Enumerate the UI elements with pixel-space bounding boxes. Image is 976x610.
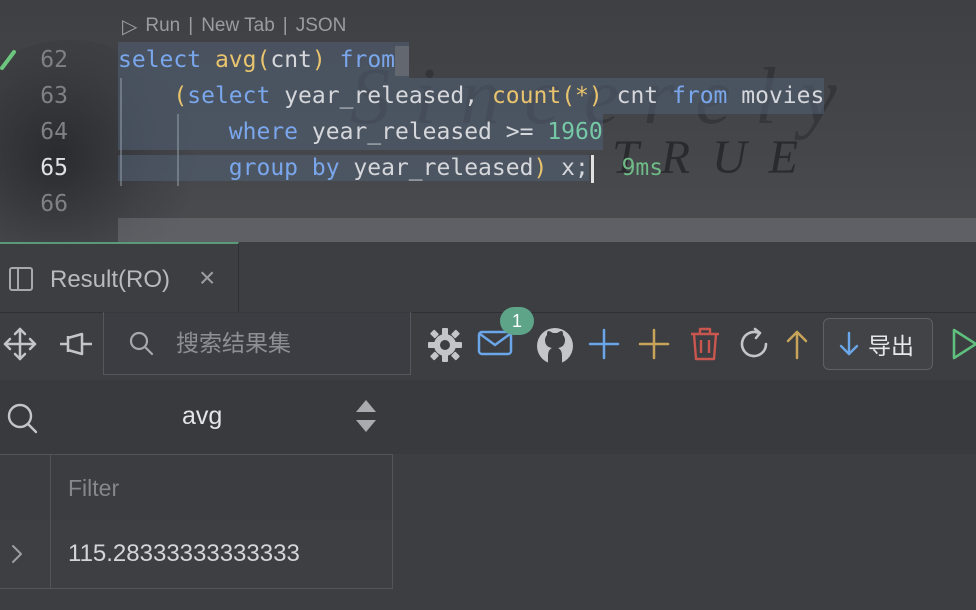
pin-icon[interactable]: [58, 326, 94, 362]
trash-icon[interactable]: [688, 326, 722, 362]
line-number: 65: [40, 155, 68, 181]
tab-result-label: Result(RO): [50, 266, 171, 293]
sql-function: count: [491, 83, 562, 109]
sql-editor[interactable]: Sincerely TRUE ▷ Run | New Tab | JSON 62…: [0, 0, 976, 242]
code-text: (select year_released, count(*) cnt from…: [118, 78, 825, 114]
column-header-bar: avg: [0, 380, 976, 454]
codelens-json[interactable]: JSON: [296, 15, 347, 37]
codelens: ▷ Run | New Tab | JSON: [122, 13, 346, 39]
export-label: 导出: [868, 334, 914, 360]
sql-paren: (: [256, 47, 271, 73]
sql-identifier: year_released: [353, 155, 534, 181]
row-number-header: [0, 455, 51, 521]
sql-function: avg: [214, 47, 257, 73]
code-text: select avg(cnt) from: [118, 42, 410, 78]
download-arrow-icon: [839, 331, 859, 356]
sql-identifier: cnt: [270, 47, 312, 73]
sql-number: 1960: [547, 119, 603, 145]
line-number: 63: [40, 83, 68, 109]
result-tabstrip: Result(RO) ×: [0, 242, 976, 314]
codelens-separator: |: [282, 15, 288, 36]
result-search[interactable]: [103, 312, 411, 375]
horizontal-scrollbar[interactable]: [118, 218, 976, 242]
code-line-62[interactable]: 62 select avg(cnt) from: [0, 42, 976, 78]
search-input[interactable]: [174, 326, 398, 362]
indent-guide: [177, 114, 179, 186]
code-text: where year_released >= 1960: [118, 114, 603, 150]
line-number: 64: [40, 119, 68, 145]
run-icon[interactable]: ▷: [122, 14, 137, 39]
search-icon: [129, 331, 154, 356]
upload-arrow-icon[interactable]: [782, 326, 812, 362]
sql-keyword: select: [187, 83, 271, 109]
sql-paren: (: [173, 83, 188, 109]
codelens-run[interactable]: Run: [145, 15, 180, 37]
add-row-icon[interactable]: [586, 326, 622, 362]
github-icon[interactable]: [535, 326, 575, 366]
run-triangle-icon[interactable]: [950, 326, 976, 362]
sql-paren: ): [533, 155, 548, 181]
add-column-icon[interactable]: [636, 326, 672, 362]
notification-badge: 1: [500, 307, 534, 335]
text-caret: [590, 154, 594, 183]
settings-gear-icon[interactable]: [426, 326, 464, 364]
indent-guide: [120, 78, 122, 186]
line-number: 62: [40, 47, 68, 73]
chevron-right-icon[interactable]: [10, 542, 24, 566]
codelens-separator: |: [188, 15, 194, 36]
sql-keyword: from: [672, 83, 728, 109]
filter-row: Filter: [0, 454, 393, 522]
code-line-63[interactable]: 63 (select year_released, count(*) cnt f…: [0, 78, 976, 114]
sql-keyword: select: [118, 47, 202, 73]
move-icon[interactable]: [2, 326, 38, 362]
sort-icon[interactable]: [354, 398, 378, 434]
code-line-66[interactable]: 66: [0, 186, 976, 222]
sql-alias: x;: [561, 155, 589, 181]
execution-time: 9ms: [621, 155, 664, 181]
close-icon[interactable]: ×: [199, 262, 215, 294]
code-line-64[interactable]: 64 where year_released >= 1960: [0, 114, 976, 150]
results-toolbar: 1 导出: [0, 307, 976, 380]
result-grid: Filter 115.28333333333333: [0, 454, 394, 590]
code-text: group by year_released) x; 9ms: [118, 150, 663, 186]
filter-input[interactable]: Filter: [68, 475, 119, 502]
sql-paren: ): [311, 47, 326, 73]
row-number-cell: [0, 520, 51, 588]
sql-identifier: year_released,: [284, 83, 479, 109]
column-name[interactable]: avg: [182, 402, 222, 431]
codelens-new-tab[interactable]: New Tab: [201, 15, 275, 37]
table-row[interactable]: 115.28333333333333: [0, 520, 393, 589]
sql-table: movies: [741, 83, 825, 109]
sql-identifier: year_released >=: [311, 119, 534, 145]
line-number: 66: [40, 191, 68, 217]
table-panel-icon: [9, 267, 33, 291]
sql-paren: (*): [561, 83, 603, 109]
sql-identifier: cnt: [616, 83, 659, 109]
tab-result[interactable]: Result(RO) ×: [0, 242, 239, 314]
cell-value[interactable]: 115.28333333333333: [68, 540, 300, 568]
results-panel: Result(RO) × 1: [0, 242, 976, 610]
search-icon[interactable]: [6, 402, 38, 434]
sql-keyword: group by: [228, 155, 340, 181]
code-line-65[interactable]: 65 group by year_released) x; 9ms: [0, 150, 976, 186]
refresh-icon[interactable]: [736, 326, 772, 362]
export-button[interactable]: 导出: [823, 318, 933, 370]
sql-keyword: from: [339, 47, 396, 73]
sql-keyword: where: [228, 119, 299, 145]
